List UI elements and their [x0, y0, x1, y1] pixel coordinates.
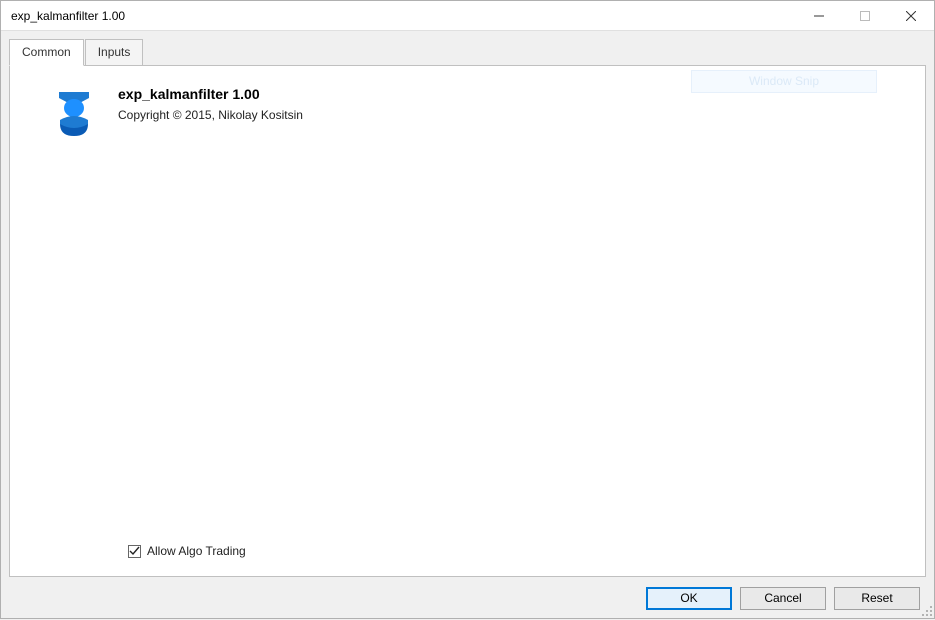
titlebar: exp_kalmanfilter 1.00 — [1, 1, 934, 31]
window-title: exp_kalmanfilter 1.00 — [11, 9, 796, 23]
expert-copyright: Copyright © 2015, Nikolay Kositsin — [118, 108, 303, 122]
maximize-button[interactable] — [842, 1, 888, 30]
allow-algo-label: Allow Algo Trading — [147, 544, 246, 558]
tab-common[interactable]: Common — [9, 39, 84, 66]
tabstrip: Common Inputs — [9, 39, 926, 66]
allow-algo-checkbox[interactable] — [128, 545, 141, 558]
resize-grip[interactable] — [921, 605, 933, 617]
allow-algo-row: Allow Algo Trading — [128, 544, 246, 558]
content-area: Common Inputs Window Snip exp_kalmanfilt… — [1, 31, 934, 618]
close-button[interactable] — [888, 1, 934, 30]
dialog-buttons: OK Cancel Reset — [9, 577, 926, 610]
expert-icon — [54, 86, 94, 142]
cancel-button[interactable]: Cancel — [740, 587, 826, 610]
window-snip-ghost: Window Snip — [691, 70, 877, 93]
tab-panel-common: Window Snip exp_kalmanfilter 1.00 Copyri… — [9, 65, 926, 577]
expert-header: exp_kalmanfilter 1.00 Copyright © 2015, … — [38, 86, 897, 142]
minimize-button[interactable] — [796, 1, 842, 30]
expert-title: exp_kalmanfilter 1.00 — [118, 86, 303, 102]
expert-texts: exp_kalmanfilter 1.00 Copyright © 2015, … — [118, 86, 303, 122]
tab-inputs[interactable]: Inputs — [85, 39, 144, 66]
window-controls — [796, 1, 934, 30]
ok-button[interactable]: OK — [646, 587, 732, 610]
reset-button[interactable]: Reset — [834, 587, 920, 610]
